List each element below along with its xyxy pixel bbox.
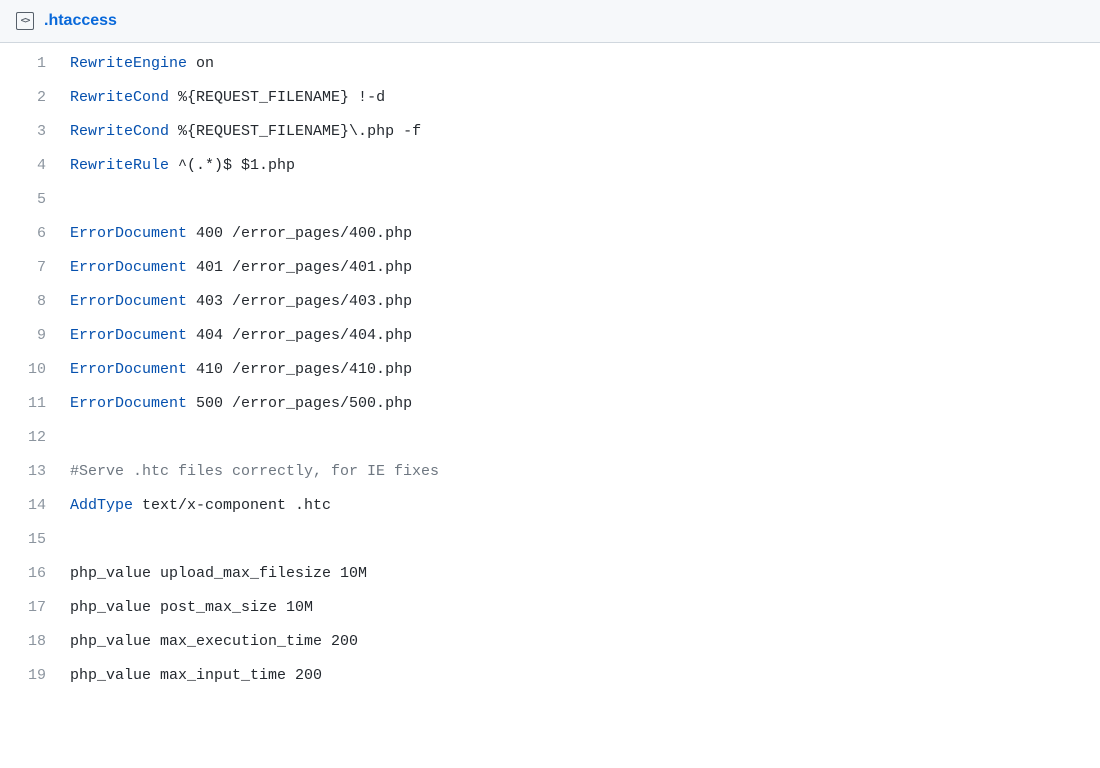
token-plain: php_value max_input_time 200 [70,667,322,684]
line-number[interactable]: 3 [0,121,70,143]
code-line[interactable]: 10ErrorDocument 410 /error_pages/410.php [0,359,1100,393]
code-line[interactable]: 9ErrorDocument 404 /error_pages/404.php [0,325,1100,359]
token-plain: %{REQUEST_FILENAME} !-d [169,89,385,106]
line-number[interactable]: 12 [0,427,70,449]
line-number[interactable]: 18 [0,631,70,653]
code-line[interactable]: 14AddType text/x-component .htc [0,495,1100,529]
code-listing: 1RewriteEngine on2RewriteCond %{REQUEST_… [0,43,1100,699]
line-number[interactable]: 5 [0,189,70,211]
token-plain: 500 /error_pages/500.php [187,395,412,412]
line-number[interactable]: 17 [0,597,70,619]
line-content[interactable]: ErrorDocument 403 /error_pages/403.php [70,291,1100,313]
file-header: <> .htaccess [0,0,1100,43]
code-line[interactable]: 4RewriteRule ^(.*)$ $1.php [0,155,1100,189]
code-line[interactable]: 16php_value upload_max_filesize 10M [0,563,1100,597]
token-plain: ^(.*)$ $1.php [169,157,295,174]
token-keyword: RewriteCond [70,123,169,140]
line-content[interactable]: php_value upload_max_filesize 10M [70,563,1100,585]
line-content[interactable]: RewriteEngine on [70,53,1100,75]
code-line[interactable]: 5 [0,189,1100,223]
line-number[interactable]: 15 [0,529,70,551]
token-plain: php_value upload_max_filesize 10M [70,565,367,582]
token-keyword: RewriteEngine [70,55,187,72]
token-plain: php_value post_max_size 10M [70,599,313,616]
token-plain: text/x-component .htc [133,497,331,514]
line-number[interactable]: 11 [0,393,70,415]
token-plain: 403 /error_pages/403.php [187,293,412,310]
token-plain: 404 /error_pages/404.php [187,327,412,344]
line-number[interactable]: 1 [0,53,70,75]
token-plain: %{REQUEST_FILENAME}\.php -f [169,123,421,140]
code-line[interactable]: 18php_value max_execution_time 200 [0,631,1100,665]
code-line[interactable]: 15 [0,529,1100,563]
token-plain: 410 /error_pages/410.php [187,361,412,378]
code-line[interactable]: 11ErrorDocument 500 /error_pages/500.php [0,393,1100,427]
line-number[interactable]: 9 [0,325,70,347]
line-content[interactable]: ErrorDocument 401 /error_pages/401.php [70,257,1100,279]
code-file-icon: <> [16,12,34,30]
line-content[interactable]: AddType text/x-component .htc [70,495,1100,517]
line-number[interactable]: 14 [0,495,70,517]
line-content[interactable]: RewriteCond %{REQUEST_FILENAME} !-d [70,87,1100,109]
token-plain: on [187,55,214,72]
code-line[interactable]: 2RewriteCond %{REQUEST_FILENAME} !-d [0,87,1100,121]
token-keyword: ErrorDocument [70,361,187,378]
code-line[interactable]: 1RewriteEngine on [0,53,1100,87]
token-comment: #Serve .htc files correctly, for IE fixe… [70,463,439,480]
token-plain: php_value max_execution_time 200 [70,633,358,650]
line-content[interactable]: php_value max_input_time 200 [70,665,1100,687]
line-number[interactable]: 8 [0,291,70,313]
token-keyword: ErrorDocument [70,293,187,310]
code-line[interactable]: 8ErrorDocument 403 /error_pages/403.php [0,291,1100,325]
line-content[interactable]: RewriteRule ^(.*)$ $1.php [70,155,1100,177]
code-line[interactable]: 6ErrorDocument 400 /error_pages/400.php [0,223,1100,257]
code-line[interactable]: 7ErrorDocument 401 /error_pages/401.php [0,257,1100,291]
line-content[interactable]: #Serve .htc files correctly, for IE fixe… [70,461,1100,483]
line-content[interactable]: ErrorDocument 410 /error_pages/410.php [70,359,1100,381]
line-number[interactable]: 2 [0,87,70,109]
line-content[interactable]: ErrorDocument 500 /error_pages/500.php [70,393,1100,415]
code-line[interactable]: 13#Serve .htc files correctly, for IE fi… [0,461,1100,495]
token-plain: 400 /error_pages/400.php [187,225,412,242]
token-plain: 401 /error_pages/401.php [187,259,412,276]
line-number[interactable]: 19 [0,665,70,687]
line-content[interactable]: php_value post_max_size 10M [70,597,1100,619]
token-keyword: ErrorDocument [70,327,187,344]
line-content[interactable]: ErrorDocument 404 /error_pages/404.php [70,325,1100,347]
token-keyword: ErrorDocument [70,395,187,412]
code-line[interactable]: 17php_value post_max_size 10M [0,597,1100,631]
code-line[interactable]: 12 [0,427,1100,461]
token-keyword: RewriteCond [70,89,169,106]
line-number[interactable]: 7 [0,257,70,279]
line-number[interactable]: 13 [0,461,70,483]
line-number[interactable]: 10 [0,359,70,381]
line-content[interactable]: ErrorDocument 400 /error_pages/400.php [70,223,1100,245]
line-number[interactable]: 4 [0,155,70,177]
token-keyword: ErrorDocument [70,225,187,242]
line-content[interactable]: php_value max_execution_time 200 [70,631,1100,653]
code-line[interactable]: 19php_value max_input_time 200 [0,665,1100,699]
line-content[interactable]: RewriteCond %{REQUEST_FILENAME}\.php -f [70,121,1100,143]
line-number[interactable]: 16 [0,563,70,585]
line-number[interactable]: 6 [0,223,70,245]
code-line[interactable]: 3RewriteCond %{REQUEST_FILENAME}\.php -f [0,121,1100,155]
token-keyword: ErrorDocument [70,259,187,276]
file-name[interactable]: .htaccess [44,12,117,30]
token-keyword: RewriteRule [70,157,169,174]
token-keyword: AddType [70,497,133,514]
